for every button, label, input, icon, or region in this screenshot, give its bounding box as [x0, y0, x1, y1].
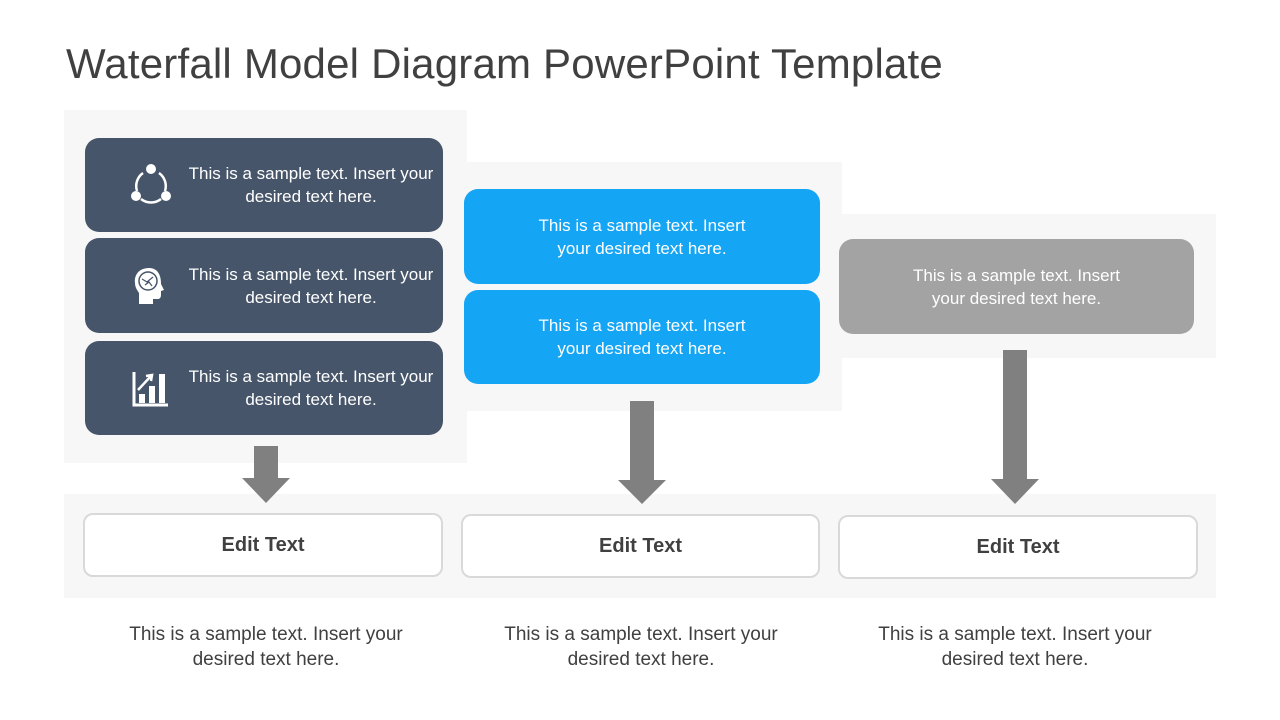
phase-1-box-3-text: This is a sample text. Insert your desir…: [188, 367, 434, 409]
edit-text-label: Edit Text: [976, 535, 1060, 558]
down-arrow-icon: [618, 401, 666, 504]
phase-3-box-1-text: This is a sample text. Insert your desir…: [913, 265, 1120, 308]
share-network-icon: [131, 164, 171, 204]
bar-chart-growth-icon: [132, 372, 168, 407]
slide-title: Waterfall Model Diagram PowerPoint Templ…: [66, 40, 943, 87]
phase-1-box-1-text: This is a sample text. Insert your desir…: [188, 164, 434, 206]
description-1: This is a sample text. Insert your desir…: [129, 624, 403, 670]
down-arrow-icon: [242, 446, 290, 503]
edit-text-box-3[interactable]: Edit Text: [838, 515, 1198, 579]
phase-2-box-1-text: This is a sample text. Insert your desir…: [538, 215, 746, 258]
phase-2-box-2[interactable]: This is a sample text. Insert your desir…: [464, 290, 820, 384]
edit-text-label: Edit Text: [599, 534, 682, 557]
phase-1-box-2-text: This is a sample text. Insert your desir…: [188, 264, 434, 307]
edit-text-box-2[interactable]: Edit Text: [461, 514, 820, 578]
phase-3-box-1[interactable]: This is a sample text. Insert your desir…: [839, 239, 1194, 334]
phase-1-box-3[interactable]: This is a sample text. Insert your desir…: [85, 341, 443, 435]
phase-1-box-2[interactable]: This is a sample text. Insert your desir…: [85, 238, 443, 333]
phase-2-box-1[interactable]: This is a sample text. Insert your desir…: [464, 189, 820, 284]
description-3: This is a sample text. Insert your desir…: [878, 624, 1152, 670]
phase-1-box-1[interactable]: This is a sample text. Insert your desir…: [85, 138, 443, 232]
edit-text-label: Edit Text: [221, 533, 305, 556]
brain-head-icon: [134, 267, 164, 304]
description-2: This is a sample text. Insert your desir…: [504, 624, 778, 670]
phase-2-box-2-text: This is a sample text. Insert your desir…: [538, 316, 746, 358]
edit-text-box-1[interactable]: Edit Text: [83, 513, 443, 577]
down-arrow-icon: [991, 350, 1039, 504]
